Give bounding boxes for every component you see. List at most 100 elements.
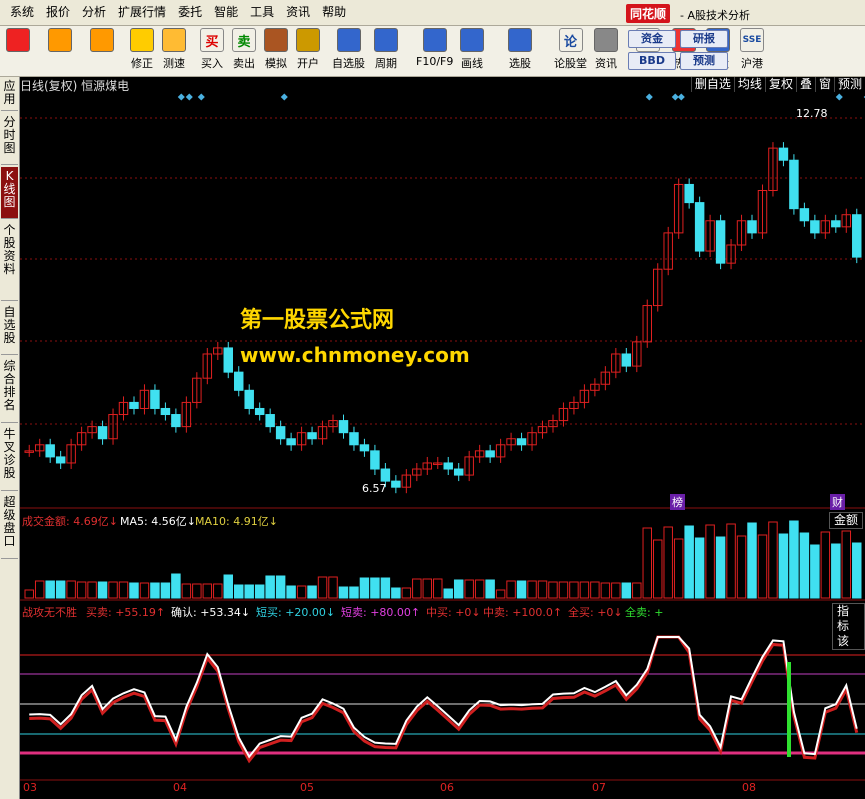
candle [747,220,757,234]
menu-item-2[interactable]: 分析 [76,5,112,20]
toolbar-button-12[interactable]: 画线 [460,28,484,74]
menu-item-6[interactable]: 工具 [244,5,280,20]
toolbar-small-0[interactable]: 资金 [628,30,676,48]
volume-tab[interactable]: 金额 [829,512,864,529]
chart-tab-3[interactable]: 叠 [795,77,815,92]
candle [684,183,694,204]
toolbar-label: 买入 [201,57,223,70]
volume-bar [34,580,45,599]
menu-item-8[interactable]: 帮助 [316,5,352,20]
candle [715,220,726,264]
toolbar-button-2[interactable] [90,28,114,74]
sidebar-tab-7[interactable]: 超级盘口 [1,493,18,559]
watermark-title: 第一股票公式网 [240,308,395,333]
toolbar-button-0[interactable] [6,28,30,74]
sidebar-tab-3[interactable]: 个股资料 [1,221,18,301]
volume-bar [799,532,810,599]
event-marker [177,93,185,101]
f10-icon [422,28,447,52]
menu-item-4[interactable]: 委托 [172,5,208,20]
lock-icon [296,28,320,52]
toolbar-button-1[interactable] [48,28,72,74]
volume-bar [653,539,663,599]
indicator-item-2: 短买: +20.00↓ [256,606,336,619]
volume-bar [24,589,34,599]
volume-bar [632,582,642,599]
x-tick: 05 [300,781,314,794]
chart-tab-4[interactable]: 窗 [814,77,834,92]
menu-item-7[interactable]: 资讯 [280,5,316,20]
indicator-item-6: 全买: +0↓ [568,606,623,619]
badge-cai[interactable]: 财 [830,494,845,510]
toolbar-button-5[interactable]: 买买入 [200,28,224,74]
volume-bar [579,581,590,599]
volume-bar [401,587,412,599]
volume-bar [234,584,244,599]
sidebar-tab-1[interactable]: 分时图 [1,113,18,165]
toolbar-button-11[interactable]: F10/F9 [416,28,453,74]
hammer-icon [264,28,288,52]
candle [286,438,296,446]
candle [234,371,244,391]
volume-bar [820,531,831,599]
volume-bar [181,583,192,599]
sidebar-tab-0[interactable]: 应用 [1,77,18,111]
toolbar-button-13[interactable]: 选股 [508,28,532,74]
menu-item-3[interactable]: 扩展行情 [112,5,172,20]
volume-title: 成交金额: 4.69亿↓ [22,515,118,528]
toolbar-small-1[interactable]: 研报 [680,30,728,48]
candle [275,426,286,440]
toolbar-button-8[interactable]: 开户 [296,28,320,74]
chart-tab-1[interactable]: 均线 [733,77,765,92]
sidebar-tab-6[interactable]: 牛叉诊股 [1,425,18,491]
chart-tab-2[interactable]: 复权 [764,77,796,92]
toolbar-button-19[interactable]: SSE 沪港 [740,28,764,74]
low-price-label: 6.57 [362,482,387,495]
toolbar-button-6[interactable]: 卖卖出 [232,28,256,74]
volume-bar [76,581,87,599]
volume-bar [600,582,611,599]
toolbar-button-3[interactable]: 修正 [130,28,154,74]
volume-bar [213,583,223,599]
toolbar-button-15[interactable]: 资讯 [594,28,618,74]
toolbar-label: 卖出 [233,57,255,70]
candle [694,202,705,252]
toolbar-small-3[interactable]: 预测 [680,52,728,70]
chart-tab-0[interactable]: 删自选 [690,77,734,92]
indicator-line-buy-sell [29,635,859,764]
x-tick: 07 [592,781,606,794]
volume-bar [705,524,715,599]
glyph-icon: 卖 [232,28,256,52]
sidebar-tab-4[interactable]: 自选股 [1,303,18,355]
left-sidebar: 应用分时图 K线图个股资料自选股综合排名牛叉诊股超级盘口 [0,77,20,799]
sidebar-tab-2[interactable]: K线图 [1,167,18,219]
toolbar-button-10[interactable]: 周期 [374,28,398,74]
toolbar-button-9[interactable]: 自选股 [332,28,365,74]
volume-bar [841,530,852,599]
toolbar-button-4[interactable]: 测速 [162,28,186,74]
volume-bar [757,534,768,599]
badge-bang[interactable]: 榜 [670,494,685,510]
toolbar-small-2[interactable]: BBD [628,52,676,70]
menu-item-1[interactable]: 报价 [40,5,76,20]
volume-bar [558,581,569,599]
volume-bar [349,586,359,599]
volume-bar [244,584,254,599]
menu-item-0[interactable]: 系统 [4,5,40,20]
brand-logo: 同花顺 [626,4,671,23]
volume-bar [673,538,684,599]
windows-icon [6,28,30,52]
indicator-name: 战攻无不胜 [22,606,77,619]
candle [97,426,108,440]
toolbar-button-14[interactable]: 论论股堂 [554,28,587,74]
volume-bar [548,581,558,599]
toolbar-button-7[interactable]: 模拟 [264,28,288,74]
sidebar-tab-5[interactable]: 综合排名 [1,357,18,423]
volume-bar [495,589,506,599]
toolbar-label: 测速 [163,57,185,70]
menu-item-5[interactable]: 智能 [208,5,244,20]
volume-bar [747,522,757,599]
candle [244,389,254,409]
chart-tab-5[interactable]: 预测 [833,77,865,92]
indicator-tab[interactable]: 指标该 [832,603,865,650]
